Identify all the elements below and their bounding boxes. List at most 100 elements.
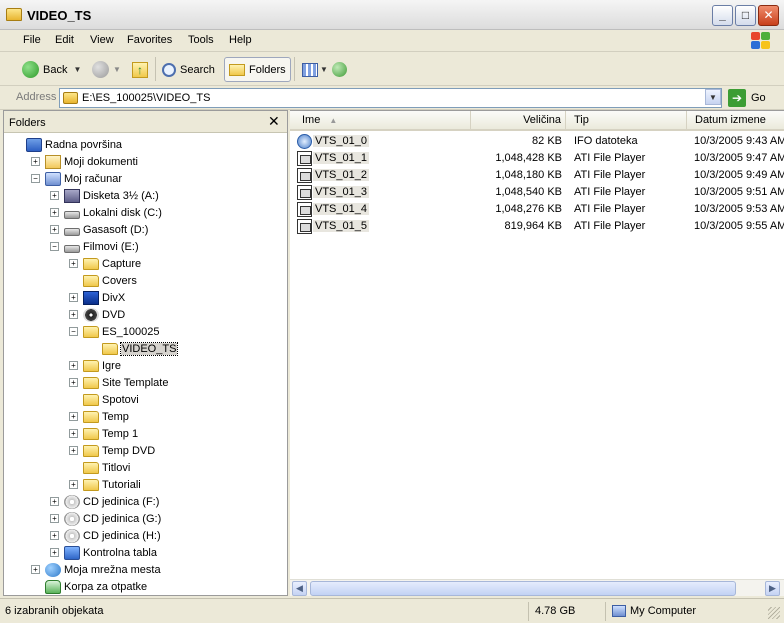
file-name: VTS_01_4 (313, 203, 369, 215)
tree-item[interactable]: Temp DVD (83, 442, 155, 459)
scroll-left-button[interactable]: ◀ (292, 581, 307, 596)
tree-item[interactable]: Igre (83, 357, 121, 374)
expand-button[interactable]: + (50, 514, 59, 523)
expand-button[interactable]: + (50, 208, 59, 217)
file-size-cell: 1,048,428 KB (471, 152, 562, 164)
tree-item[interactable]: Titlovi (83, 459, 130, 476)
tree-item[interactable]: Moj računar (45, 170, 122, 187)
expand-button[interactable]: + (69, 412, 78, 421)
resize-grip[interactable] (768, 607, 780, 619)
expand-button[interactable]: + (50, 548, 59, 557)
tree-item[interactable]: Radna površina (26, 136, 122, 153)
file-row[interactable]: VTS_01_3 1,048,540 KB ATI File Player 10/3/… (290, 184, 784, 201)
address-label: Address (16, 91, 57, 103)
expand-button[interactable]: + (69, 378, 78, 387)
tree-item-label: Spotovi (102, 393, 139, 406)
tree-item[interactable]: CD jedinica (F:) (64, 493, 159, 510)
tree-item[interactable]: Site Template (83, 374, 168, 391)
go-button[interactable]: ➔ Go (728, 88, 766, 108)
column-size[interactable]: Veličina (471, 111, 566, 130)
address-input[interactable]: E:\ES_100025\VIDEO_TS (59, 88, 722, 108)
tree-item[interactable]: Temp (83, 408, 129, 425)
address-dropdown-button[interactable]: ▼ (705, 89, 721, 105)
expand-button[interactable]: + (69, 480, 78, 489)
column-date[interactable]: Datum izmene (687, 111, 784, 130)
views-button[interactable]: ▼ (302, 57, 328, 82)
file-row[interactable]: VTS_01_0 82 KB IFO datoteka 10/3/2005 9:43 … (290, 133, 784, 150)
menu-view[interactable]: View (90, 34, 114, 46)
file-type-cell: ATI File Player (574, 203, 686, 215)
media-file-icon (297, 185, 312, 200)
tree-item[interactable]: Korpa za otpatke (45, 578, 147, 595)
file-row[interactable]: VTS_01_4 1,048,276 KB ATI File Player 10/3/… (290, 201, 784, 218)
forward-button[interactable]: ▼ (92, 57, 121, 82)
tree-item[interactable]: Temp 1 (83, 425, 138, 442)
tree-item[interactable]: Filmovi (E:) (64, 238, 139, 255)
menu-favorites[interactable]: Favorites (127, 34, 172, 46)
expand-button[interactable]: + (31, 565, 40, 574)
collapse-button[interactable]: − (31, 174, 40, 183)
close-folders-pane-button[interactable]: ✕ (268, 113, 280, 130)
tree-item[interactable]: Kontrolna tabla (64, 544, 157, 561)
status-size: 4.78 GB (528, 602, 575, 621)
file-row[interactable]: VTS_01_5 819,964 KB ATI File Player 10/3/20… (290, 218, 784, 235)
search-button[interactable]: Search (162, 57, 215, 82)
expand-button[interactable]: + (50, 191, 59, 200)
close-button[interactable]: ✕ (758, 5, 779, 26)
tree-item-label: Lokalni disk (C:) (83, 206, 162, 219)
expand-button[interactable]: + (69, 259, 78, 268)
expand-button[interactable]: + (69, 310, 78, 319)
tree-item[interactable]: VIDEO_TS (102, 340, 179, 357)
tree-item[interactable]: ES_100025 (83, 323, 160, 340)
tree-item-label: Igre (102, 359, 121, 372)
collapse-button[interactable]: − (69, 327, 78, 336)
maximize-button[interactable]: □ (735, 5, 756, 26)
file-row[interactable]: VTS_01_1 1,048,428 KB ATI File Player 10/3/… (290, 150, 784, 167)
tree-item[interactable]: Disketa 3½ (A:) (64, 187, 159, 204)
file-type: ATI File Player (574, 220, 646, 232)
tree-item[interactable]: Tutoriali (83, 476, 141, 493)
tree-item[interactable]: DivX (83, 289, 125, 306)
menu-edit[interactable]: Edit (55, 34, 74, 46)
up-folder-button[interactable]: ↑ (132, 57, 148, 82)
expand-button[interactable]: + (31, 157, 40, 166)
expand-button[interactable]: + (69, 361, 78, 370)
tree-item[interactable]: Moja mrežna mesta (45, 561, 161, 578)
column-name[interactable]: Ime ▲ (290, 111, 471, 130)
expand-button[interactable]: + (69, 429, 78, 438)
media-file-icon (297, 151, 312, 166)
horizontal-scrollbar[interactable]: ◀ ▶ (290, 579, 784, 596)
back-button[interactable]: Back ▼ (22, 57, 81, 82)
scroll-right-button[interactable]: ▶ (765, 581, 780, 596)
expand-button[interactable]: + (50, 531, 59, 540)
folder-icon (229, 63, 245, 76)
sync-button[interactable] (332, 57, 347, 82)
collapse-button[interactable]: − (50, 242, 59, 251)
tree-item[interactable]: Covers (83, 272, 137, 289)
sync-icon (332, 62, 347, 77)
expand-button[interactable]: + (50, 225, 59, 234)
file-type: ATI File Player (574, 203, 646, 215)
menu-tools[interactable]: Tools (188, 34, 214, 46)
computer-icon (45, 171, 61, 186)
menu-file[interactable]: File (23, 34, 41, 46)
expand-button[interactable]: + (69, 293, 78, 302)
tree-item[interactable]: Spotovi (83, 391, 139, 408)
folders-button[interactable]: Folders (224, 57, 291, 82)
tree-item[interactable]: Lokalni disk (C:) (64, 204, 162, 221)
tree-item[interactable]: Gasasoft (D:) (64, 221, 148, 238)
file-row[interactable]: VTS_01_2 1,048,180 KB ATI File Player 10/3/… (290, 167, 784, 184)
column-type[interactable]: Tip (566, 111, 687, 130)
expand-button[interactable]: + (50, 497, 59, 506)
tree-item[interactable]: DVD (83, 306, 125, 323)
tree-item[interactable]: Capture (83, 255, 141, 272)
scrollbar-thumb[interactable] (310, 581, 736, 596)
tree-item[interactable]: CD jedinica (G:) (64, 510, 161, 527)
expand-button[interactable]: + (69, 446, 78, 455)
minimize-button[interactable]: _ (712, 5, 733, 26)
title-bar: VIDEO_TS _ □ ✕ (0, 0, 784, 30)
tree-item[interactable]: Moji dokumenti (45, 153, 138, 170)
menu-help[interactable]: Help (229, 34, 252, 46)
tree-item[interactable]: CD jedinica (H:) (64, 527, 161, 544)
tree-item-label: CD jedinica (H:) (83, 529, 161, 542)
